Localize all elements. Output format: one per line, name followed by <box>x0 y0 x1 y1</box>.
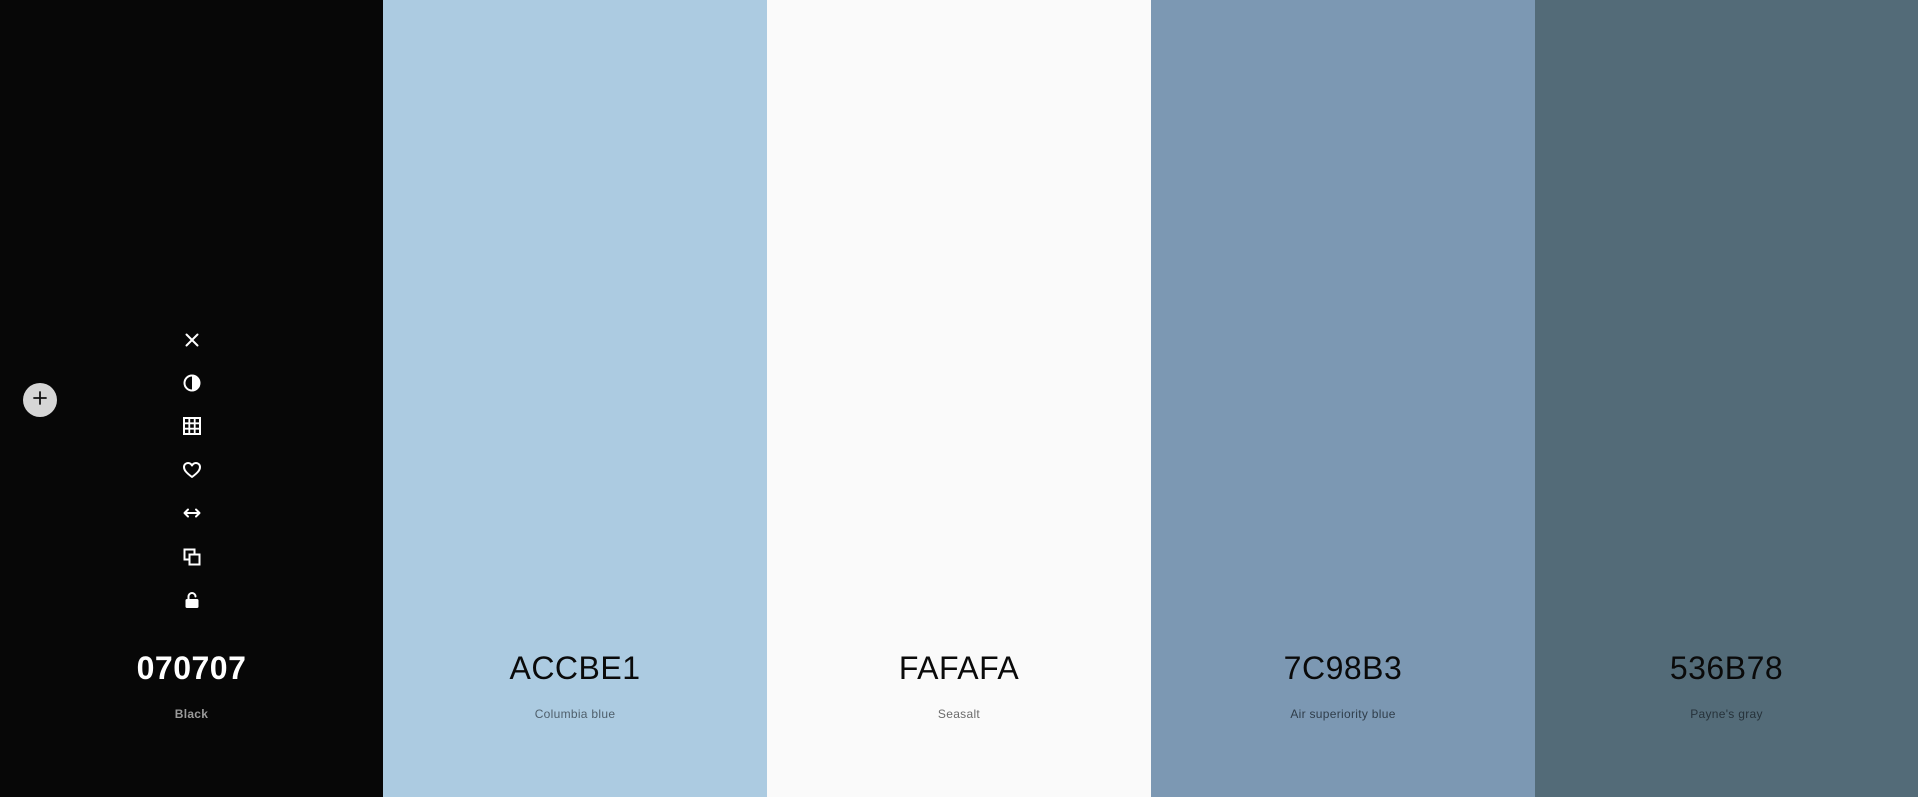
add-color-button[interactable] <box>23 383 57 417</box>
heart-icon <box>182 460 202 480</box>
copy-hex-button[interactable] <box>173 535 211 578</box>
copy-icon <box>182 547 202 567</box>
view-grid-button[interactable] <box>173 405 211 448</box>
swatch-black[interactable]: 070707 Black <box>0 0 383 797</box>
swatch-columbia-blue[interactable]: ACCBE1 Columbia blue <box>383 0 767 797</box>
save-color-button[interactable] <box>173 448 211 491</box>
grid-icon <box>182 416 202 436</box>
view-shades-button[interactable] <box>173 361 211 404</box>
remove-color-button[interactable] <box>173 318 211 361</box>
swatch-seasalt[interactable]: FAFAFA Seasalt <box>767 0 1151 797</box>
color-name: Black <box>174 707 209 721</box>
contrast-icon <box>182 373 202 393</box>
drag-arrows-icon <box>182 503 202 523</box>
hex-code[interactable]: ACCBE1 <box>383 648 767 688</box>
swatch-paynes-gray[interactable]: 536B78 Payne's gray <box>1535 0 1918 797</box>
hex-code[interactable]: 070707 <box>0 648 383 688</box>
hex-code[interactable]: 7C98B3 <box>1151 648 1535 688</box>
plus-icon <box>32 390 48 411</box>
hex-code[interactable]: 536B78 <box>1535 648 1918 688</box>
drag-button[interactable] <box>173 492 211 535</box>
palette: 070707 Black ACCBE1 Columbia blue FAFAFA… <box>0 0 1918 797</box>
lock-color-button[interactable] <box>173 578 211 621</box>
unlock-icon <box>182 590 202 610</box>
color-name: Payne's gray <box>1690 707 1763 721</box>
hex-code[interactable]: FAFAFA <box>767 648 1151 688</box>
color-name: Seasalt <box>937 707 981 721</box>
swatch-toolbar <box>173 318 211 622</box>
close-icon <box>183 331 201 349</box>
swatch-air-superiority-blue[interactable]: 7C98B3 Air superiority blue <box>1151 0 1535 797</box>
color-name: Air superiority blue <box>1290 707 1396 721</box>
color-name: Columbia blue <box>534 707 616 721</box>
